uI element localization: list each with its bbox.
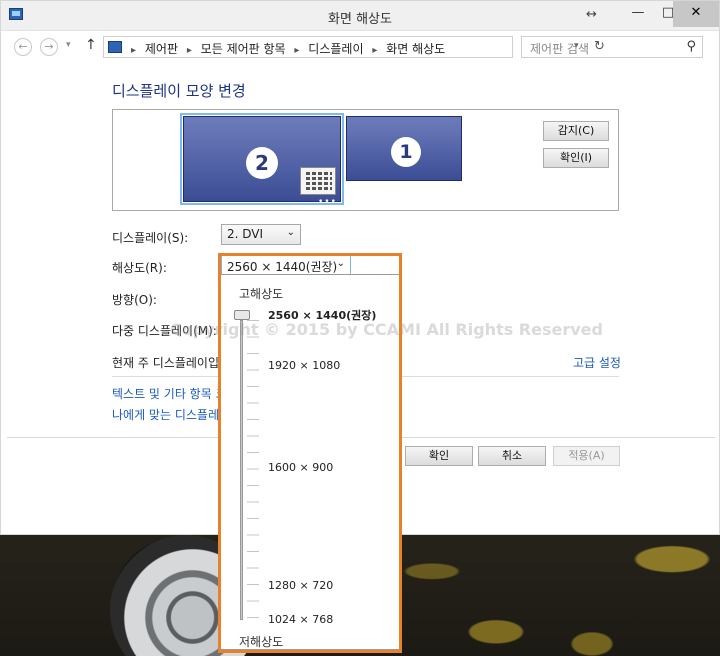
navigation-bar: ← → ▾ ↑ ▸ 제어판 ▸ 모든 제어판 항목 ▸ 디스플레이 ▸ 화면 해…: [1, 32, 719, 62]
title-bar: 화면 해상도 ↔ — □ ✕: [1, 1, 719, 31]
resolution-select[interactable]: 2560 × 1440(권장) ⌄: [221, 255, 351, 276]
display-value: 2. DVI: [227, 227, 264, 241]
chevron-down-icon: ⌄: [336, 258, 345, 269]
apply-button[interactable]: 적용(A): [553, 446, 620, 466]
search-input[interactable]: 제어판 검색 ⚲: [521, 36, 703, 58]
breadcrumb-separator-icon: ▸: [131, 45, 137, 56]
control-panel-icon: [108, 41, 122, 53]
orientation-label: 방향(O):: [112, 293, 157, 307]
ok-button[interactable]: 확인: [405, 446, 473, 466]
search-placeholder: 제어판 검색: [530, 42, 590, 56]
breadcrumb-item[interactable]: 모든 제어판 항목: [201, 42, 286, 56]
minimize-button[interactable]: —: [623, 1, 653, 27]
breadcrumb-item[interactable]: 제어판: [145, 42, 178, 56]
display-settings-link[interactable]: 나에게 맞는 디스플레이: [112, 406, 230, 423]
road-photo: [400, 535, 720, 656]
resize-icon: ↔: [586, 7, 597, 22]
monitor-number: 2: [246, 147, 278, 179]
address-bar[interactable]: ▸ 제어판 ▸ 모든 제어판 항목 ▸ 디스플레이 ▸ 화면 해상도 ▾ ↻: [103, 36, 605, 58]
up-button[interactable]: ↑: [85, 37, 97, 53]
resolution-option[interactable]: 1600 × 900: [268, 461, 333, 474]
resolution-value: 2560 × 1440(권장): [227, 260, 338, 274]
forward-button[interactable]: →: [40, 38, 58, 56]
slider-thumb[interactable]: [234, 310, 250, 320]
detect-button[interactable]: 감지(C): [543, 121, 609, 141]
taskbar-grid-icon: [300, 167, 336, 195]
watermark: Copyright © 2015 by CCAMI All Rights Res…: [170, 320, 603, 339]
close-button[interactable]: ✕: [673, 1, 719, 27]
resolution-option[interactable]: 1280 × 720: [268, 579, 333, 592]
resolution-option[interactable]: 1024 × 768: [268, 613, 333, 626]
high-resolution-label: 고해상도: [239, 287, 284, 301]
breadcrumb-item[interactable]: 디스플레이: [308, 42, 363, 56]
slider-ticks: [247, 320, 259, 620]
monitor-2[interactable]: 2 •••: [180, 113, 344, 207]
cancel-button[interactable]: 취소: [478, 446, 546, 466]
advanced-settings-link[interactable]: 고급 설정: [573, 354, 621, 371]
monitor-1[interactable]: 1: [346, 116, 462, 181]
monitor-number: 1: [391, 137, 421, 167]
breadcrumb-separator-icon[interactable]: ▸: [187, 45, 192, 56]
search-icon[interactable]: ⚲: [686, 39, 696, 54]
window-title: 화면 해상도: [328, 12, 392, 27]
current-display-text: 현재 주 디스플레이입니: [112, 356, 231, 370]
display-select[interactable]: 2. DVI ⌄: [221, 224, 301, 245]
resolution-label: 해상도(R):: [112, 261, 167, 275]
resolution-option[interactable]: 1920 × 1080: [268, 359, 340, 372]
slider-track[interactable]: [240, 320, 243, 620]
more-icon: •••: [318, 197, 337, 207]
breadcrumb-separator-icon[interactable]: ▸: [372, 45, 377, 56]
breadcrumb-item[interactable]: 화면 해상도: [386, 42, 445, 56]
text-size-link[interactable]: 텍스트 및 기타 항목 크: [112, 385, 227, 402]
page-title: 디스플레이 모양 변경: [112, 82, 246, 100]
display-label: 디스플레이(S):: [112, 231, 189, 245]
recent-pages-chevron-icon[interactable]: ▾: [66, 40, 71, 50]
breadcrumb: ▸ 제어판 ▸ 모든 제어판 항목 ▸ 디스플레이 ▸ 화면 해상도: [126, 40, 445, 57]
identify-button[interactable]: 확인(I): [543, 148, 609, 168]
breadcrumb-separator-icon[interactable]: ▸: [294, 45, 299, 56]
back-button[interactable]: ←: [14, 38, 32, 56]
chevron-down-icon: ⌄: [286, 227, 295, 238]
monitor-arrangement: 2 ••• 1 감지(C) 확인(I): [112, 109, 619, 211]
low-resolution-label: 저해상도: [239, 635, 284, 649]
